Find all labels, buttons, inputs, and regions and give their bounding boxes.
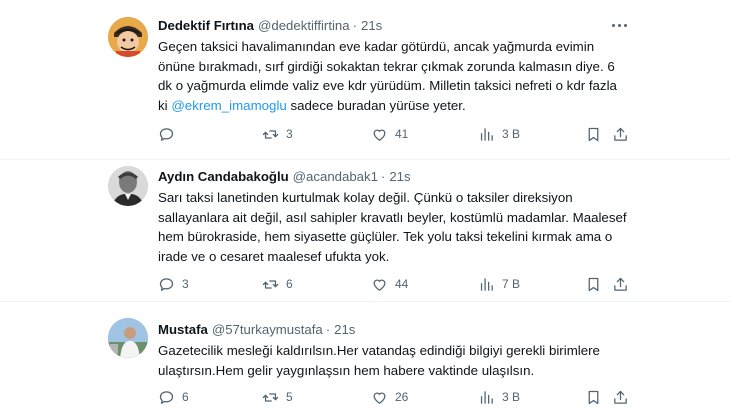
- views-button[interactable]: 3 B: [478, 389, 520, 406]
- view-count: 3 B: [502, 127, 521, 141]
- tweet[interactable]: Dedektif Fırtına @dedektiffirtina · 21s …: [0, 0, 730, 160]
- separator-dot: ·: [325, 321, 331, 337]
- avatar[interactable]: [108, 318, 148, 358]
- tweet-text-part: Gazetecilik mesleği kaldırılsın.Her vata…: [158, 343, 600, 378]
- like-button[interactable]: 26: [371, 389, 408, 406]
- views-button[interactable]: 7 B: [478, 276, 520, 293]
- display-name[interactable]: Mustafa: [158, 322, 208, 337]
- like-count: 44: [395, 277, 409, 291]
- retweet-button[interactable]: 5: [262, 389, 293, 406]
- tweet-header: Mustafa @57turkaymustafa · 21s: [158, 320, 630, 338]
- tweet-text-part: sadece buradan yürüse yeter.: [286, 97, 466, 113]
- more-icon[interactable]: [608, 16, 630, 34]
- tweet[interactable]: Aydın Candabakoğlu @acandabak1 · 21s Sar…: [0, 160, 730, 302]
- share-button[interactable]: [612, 389, 629, 406]
- share-icon: [614, 277, 627, 291]
- tweet[interactable]: Mustafa @57turkaymustafa · 21s Gazetecil…: [0, 302, 730, 420]
- heart-icon: [373, 129, 386, 141]
- cartoon-avatar-icon: [108, 17, 148, 57]
- timestamp[interactable]: 21s: [334, 322, 355, 337]
- retweet-icon: [262, 129, 279, 139]
- reply-button[interactable]: [158, 126, 182, 143]
- bookmark-button[interactable]: [585, 126, 602, 143]
- tweet-actions: 3 6 44 7 B: [158, 275, 628, 293]
- view-count: 3 B: [502, 390, 521, 404]
- retweet-icon: [262, 279, 279, 289]
- reply-icon: [159, 390, 174, 404]
- reply-icon: [159, 127, 174, 141]
- views-chart-icon: [480, 277, 493, 291]
- share-icon: [614, 127, 627, 141]
- retweet-count: 6: [286, 277, 293, 291]
- like-count: 26: [395, 390, 409, 404]
- portrait-avatar-icon: [108, 166, 148, 206]
- retweet-count: 5: [286, 390, 293, 404]
- reply-button[interactable]: 6: [158, 389, 189, 406]
- views-chart-icon: [480, 127, 493, 141]
- share-button[interactable]: [612, 276, 629, 293]
- heart-icon: [373, 279, 386, 291]
- timestamp[interactable]: 21s: [389, 169, 410, 184]
- tweet-text: Sarı taksi lanetinden kurtulmak kolay de…: [158, 188, 630, 266]
- like-button[interactable]: 44: [371, 276, 408, 293]
- mention-link[interactable]: @ekrem_imamoglu: [171, 98, 286, 113]
- like-button[interactable]: 41: [371, 126, 408, 143]
- bookmark-icon: [588, 390, 599, 404]
- reply-count: 3: [182, 277, 189, 291]
- tweet-header: Aydın Candabakoğlu @acandabak1 · 21s: [158, 167, 630, 185]
- tweet-header: Dedektif Fırtına @dedektiffirtina · 21s: [158, 16, 630, 34]
- avatar[interactable]: [108, 166, 148, 206]
- reply-count: 6: [182, 390, 189, 404]
- bookmark-button[interactable]: [585, 389, 602, 406]
- retweet-button[interactable]: 6: [262, 276, 293, 293]
- bookmark-button[interactable]: [585, 276, 602, 293]
- display-name[interactable]: Dedektif Fırtına: [158, 18, 254, 33]
- bookmark-icon: [588, 277, 599, 291]
- tweet-text: Gazetecilik mesleği kaldırılsın.Her vata…: [158, 341, 630, 380]
- bookmark-icon: [588, 127, 599, 141]
- separator-dot: ·: [380, 168, 386, 184]
- photo-avatar-icon: [108, 318, 148, 358]
- avatar[interactable]: [108, 17, 148, 57]
- views-button[interactable]: 3 B: [478, 126, 520, 143]
- views-chart-icon: [480, 390, 493, 404]
- tweet-actions: 3 41 3 B: [158, 125, 628, 143]
- user-handle[interactable]: @dedektiffirtina: [258, 18, 350, 33]
- retweet-button[interactable]: 3: [262, 126, 293, 143]
- reply-icon: [159, 277, 174, 291]
- user-handle[interactable]: @acandabak1: [293, 169, 378, 184]
- tweet-text: Geçen taksici havalimanından eve kadar g…: [158, 37, 630, 115]
- display-name[interactable]: Aydın Candabakoğlu: [158, 169, 289, 184]
- retweet-icon: [262, 392, 279, 402]
- separator-dot: ·: [352, 17, 357, 33]
- reply-button[interactable]: 3: [158, 276, 189, 293]
- share-button[interactable]: [612, 126, 629, 143]
- tweet-actions: 6 5 26 3 B: [158, 388, 628, 406]
- timestamp[interactable]: 21s: [361, 18, 382, 33]
- view-count: 7 B: [502, 277, 521, 291]
- share-icon: [614, 390, 627, 404]
- like-count: 41: [395, 127, 409, 141]
- heart-icon: [373, 392, 386, 404]
- user-handle[interactable]: @57turkaymustafa: [212, 322, 323, 337]
- retweet-count: 3: [286, 127, 293, 141]
- tweet-text-part: Sarı taksi lanetinden kurtulmak kolay de…: [158, 190, 627, 264]
